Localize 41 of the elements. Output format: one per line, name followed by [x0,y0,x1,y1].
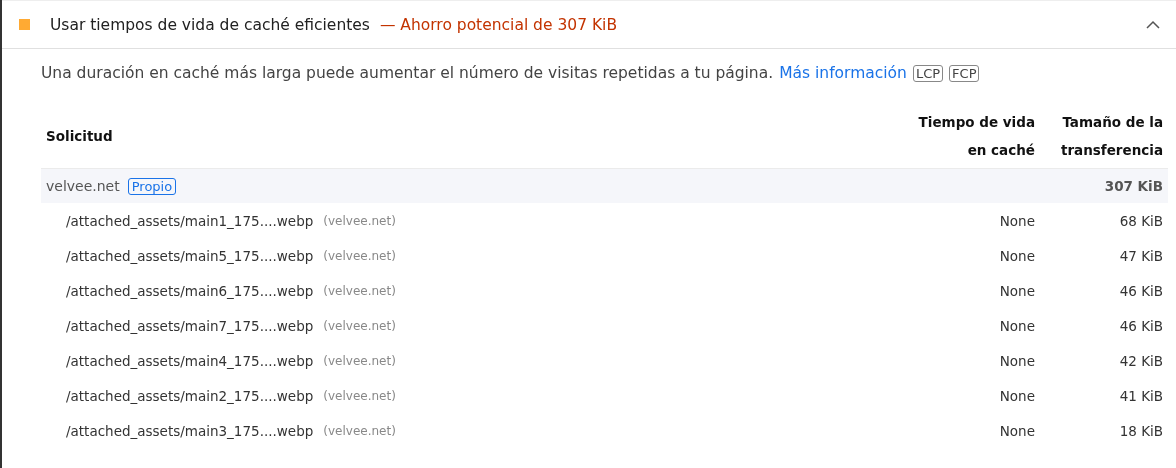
table-cell-text: None [998,422,1036,439]
more-info-link[interactable]: Más información [779,64,907,82]
audit-title: Usar tiempos de vida de caché eficientes [50,15,370,34]
table-cell-text: None [998,212,1036,229]
table-cell-text: 41 KiB [1118,387,1164,404]
url-text: /attached_assets/main2_175....webp [66,387,314,404]
url-text: /attached_assets/main3_175....webp [66,422,314,439]
host-text: (velvee.net) [323,283,396,298]
table-cell-text: 68 KiB [1118,212,1164,229]
table-cell-text: 42 KiB [1118,352,1164,369]
host-text: (velvee.net) [323,353,396,368]
column-header: Tiempo de vida en caché [917,113,1036,160]
url-text: /attached_assets/main1_175....webp [66,212,314,229]
table-cell-text: None [998,317,1036,334]
table-cell-text: None [998,352,1036,369]
host-text: (velvee.net) [323,388,396,403]
url-text: /attached_assets/main5_175....webp [66,247,314,264]
table-cell-text: 46 KiB [1118,317,1164,334]
metric-tag: LCP [912,64,944,82]
url-text: /attached_assets/main7_175....webp [66,317,314,334]
first-party-badge: Propio [127,177,177,195]
url-text: /attached_assets/main6_175....webp [66,282,314,299]
column-header: Tamaño de la transferencia [1059,113,1164,160]
savings-text: — Ahorro potencial de 307 KiB [379,15,618,34]
chevron-icon[interactable] [1146,20,1160,29]
table-cell-text: None [998,247,1036,264]
entity-name: velvee.net [46,178,120,194]
table-cell-text: None [998,387,1036,404]
description-text: Una duración en caché más larga puede aumentar el número de visitas repetidas a tu página. [41,64,774,82]
column-header: Solicitud [45,127,114,146]
table-cell-text: 47 KiB [1118,247,1164,264]
table-cell-text: None [998,282,1036,299]
host-text: (velvee.net) [323,318,396,333]
host-text: (velvee.net) [323,248,396,263]
metric-tag: FCP [949,64,980,82]
table-cell-text: 46 KiB [1118,282,1164,299]
host-text: (velvee.net) [323,213,396,228]
table-cell-text: 307 KiB [1103,178,1164,194]
host-text: (velvee.net) [323,423,396,438]
table-cell-text: 18 KiB [1118,422,1164,439]
url-text: /attached_assets/main4_175....webp [66,352,314,369]
